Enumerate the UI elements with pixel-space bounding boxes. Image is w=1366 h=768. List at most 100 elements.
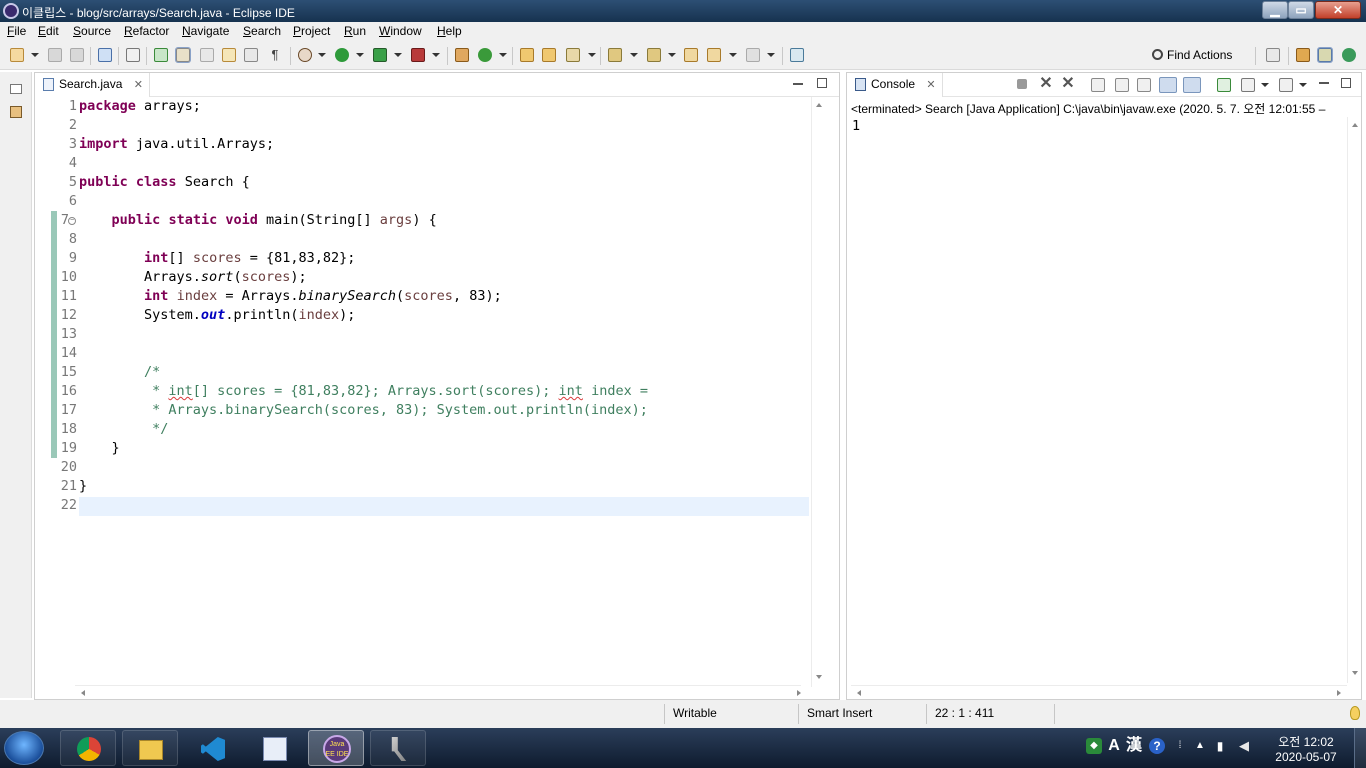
skip-breakpoints-icon[interactable] xyxy=(126,48,140,62)
scroll-left-icon[interactable] xyxy=(81,690,85,696)
scroll-down-icon[interactable] xyxy=(816,675,822,679)
debug-dropdown-icon[interactable] xyxy=(318,53,326,57)
scroll-up-icon[interactable] xyxy=(816,103,822,107)
save-all-icon[interactable] xyxy=(70,48,84,62)
maximize-icon[interactable] xyxy=(817,78,827,88)
scroll-right-icon[interactable] xyxy=(1337,690,1341,696)
minimize-button[interactable]: ▁ xyxy=(1262,1,1288,19)
taskbar-media[interactable] xyxy=(246,730,302,766)
menu-window[interactable]: Window xyxy=(379,24,422,38)
pin-console-icon[interactable] xyxy=(1217,78,1231,92)
new-package-icon[interactable] xyxy=(455,48,469,62)
tab-search-java[interactable]: Search.java ✕ xyxy=(35,73,150,97)
open-folder-icon[interactable] xyxy=(520,48,534,62)
maximize-button[interactable]: ▭ xyxy=(1288,1,1314,19)
back-icon[interactable] xyxy=(707,48,721,62)
menu-run[interactable]: Run xyxy=(344,24,366,38)
pilcrow-icon[interactable]: ¶ xyxy=(268,48,282,62)
fold-collapse-icon[interactable]: − xyxy=(68,217,76,225)
console-vertical-scrollbar[interactable] xyxy=(1347,117,1361,683)
taskbar-explorer[interactable] xyxy=(122,730,178,766)
package-explorer-icon[interactable] xyxy=(10,106,22,118)
taskbar-eclipse[interactable]: Java EE IDE xyxy=(308,730,364,766)
prev-annotation-dropdown-icon[interactable] xyxy=(668,53,676,57)
clock-date[interactable]: 2020-05-07 xyxy=(1266,750,1346,764)
new-class-icon[interactable] xyxy=(478,48,492,62)
open-project-icon[interactable] xyxy=(542,48,556,62)
java-perspective-icon[interactable] xyxy=(1317,47,1333,63)
open-console-dropdown-icon[interactable] xyxy=(1299,83,1307,87)
run-icon[interactable] xyxy=(335,48,349,62)
menu-project[interactable]: Project xyxy=(293,24,330,38)
volume-muted-icon[interactable]: ◀ xyxy=(1236,738,1252,754)
clock-time[interactable]: 오전 12:02 xyxy=(1266,733,1346,750)
scroll-down-icon[interactable] xyxy=(1352,671,1358,675)
menu-help[interactable]: Help xyxy=(437,24,462,38)
new-class-dropdown-icon[interactable] xyxy=(499,53,507,57)
network-globe-icon[interactable]: ◆ xyxy=(1086,738,1102,754)
minimize-icon[interactable] xyxy=(1319,82,1329,84)
show-on-stdout-icon[interactable] xyxy=(1159,77,1177,93)
forward-icon[interactable] xyxy=(746,48,760,62)
menu-refactor[interactable]: Refactor xyxy=(124,24,169,38)
display-console-dropdown-icon[interactable] xyxy=(1261,83,1269,87)
close-icon[interactable]: ✕ xyxy=(134,79,143,91)
editor-horizontal-scrollbar[interactable] xyxy=(75,685,801,699)
external-tools-icon[interactable] xyxy=(411,48,425,62)
wand-icon[interactable] xyxy=(566,48,580,62)
next-annotation-dropdown-icon[interactable] xyxy=(630,53,638,57)
scroll-up-icon[interactable] xyxy=(1352,123,1358,127)
toggle-mark-occurrences-icon[interactable] xyxy=(175,47,191,63)
close-icon[interactable]: ✕ xyxy=(926,79,935,91)
java-ee-perspective-icon[interactable] xyxy=(1296,48,1310,62)
lightbulb-icon[interactable] xyxy=(1350,706,1360,720)
menu-navigate[interactable]: Navigate xyxy=(182,24,229,38)
code-area[interactable]: package arrays; import java.util.Arrays;… xyxy=(79,97,809,687)
menu-search[interactable]: Search xyxy=(243,24,281,38)
device-icon[interactable]: ▮ xyxy=(1212,738,1228,754)
save-icon[interactable] xyxy=(48,48,62,62)
ime-language-icon[interactable]: A xyxy=(1106,738,1122,754)
taskbar-chrome[interactable] xyxy=(60,730,116,766)
debug-perspective-icon[interactable] xyxy=(1342,48,1356,62)
terminate-icon[interactable] xyxy=(1017,79,1027,89)
remove-all-icon[interactable]: ✕ xyxy=(1061,76,1075,92)
start-button[interactable] xyxy=(4,731,44,765)
remove-launch-icon[interactable]: ✕ xyxy=(1039,76,1053,92)
maximize-icon[interactable] xyxy=(1341,78,1351,88)
open-type-icon[interactable] xyxy=(154,48,168,62)
debug-icon[interactable] xyxy=(298,48,312,62)
back-dropdown-icon[interactable] xyxy=(729,53,737,57)
block-selection-icon[interactable] xyxy=(244,48,258,62)
editor-vertical-scrollbar[interactable] xyxy=(811,97,825,687)
tray-expand-icon[interactable]: ▲ xyxy=(1192,738,1208,754)
terminal-icon[interactable] xyxy=(98,48,112,62)
restore-icon[interactable] xyxy=(10,84,22,94)
next-annotation-icon[interactable] xyxy=(608,48,622,62)
coverage-icon[interactable] xyxy=(373,48,387,62)
console-output[interactable]: 1 xyxy=(852,118,860,134)
menu-file[interactable]: File xyxy=(7,24,26,38)
help-icon[interactable]: ? xyxy=(1149,738,1165,754)
show-on-stderr-icon[interactable] xyxy=(1183,77,1201,93)
taskbar-vscode[interactable] xyxy=(184,730,240,766)
prev-annotation-icon[interactable] xyxy=(647,48,661,62)
close-button[interactable]: ✕ xyxy=(1315,1,1361,19)
run-dropdown-icon[interactable] xyxy=(356,53,364,57)
menu-edit[interactable]: Edit xyxy=(38,24,59,38)
word-wrap-icon[interactable] xyxy=(1137,78,1151,92)
scroll-lock-icon[interactable] xyxy=(1115,78,1129,92)
external-tools-dropdown-icon[interactable] xyxy=(432,53,440,57)
wand-dropdown-icon[interactable] xyxy=(588,53,596,57)
forward-dropdown-icon[interactable] xyxy=(767,53,775,57)
search-icon[interactable] xyxy=(200,48,214,62)
pin-editor-icon[interactable] xyxy=(790,48,804,62)
annotation-icon[interactable] xyxy=(222,48,236,62)
last-edit-icon[interactable] xyxy=(684,48,698,62)
menu-source[interactable]: Source xyxy=(73,24,111,38)
ime-options-icon[interactable]: ⁞ xyxy=(1172,738,1188,754)
open-perspective-icon[interactable] xyxy=(1266,48,1280,62)
scroll-right-icon[interactable] xyxy=(797,690,801,696)
ime-hanja-icon[interactable]: 漢 xyxy=(1126,738,1142,754)
show-desktop-button[interactable] xyxy=(1354,728,1366,768)
